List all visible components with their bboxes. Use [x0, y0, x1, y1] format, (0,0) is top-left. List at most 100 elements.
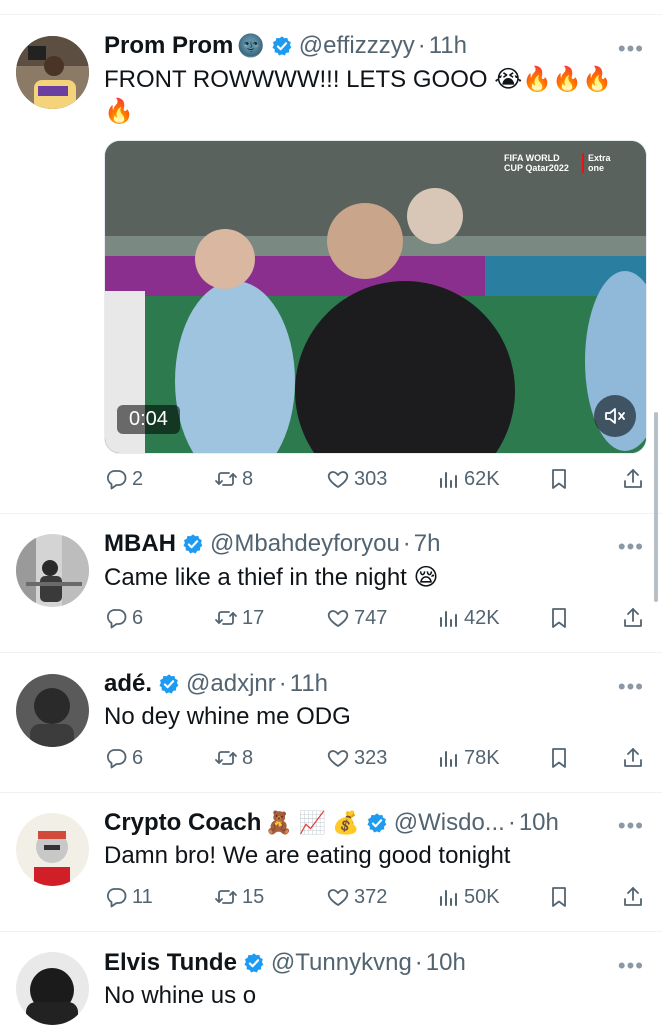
share-icon: [621, 885, 645, 909]
repost-button[interactable]: 17: [214, 606, 264, 630]
avatar[interactable]: [16, 534, 89, 607]
divider: [0, 513, 662, 514]
timestamp[interactable]: 7h: [414, 530, 441, 558]
reply-button[interactable]: 11: [104, 885, 153, 909]
verified-badge-icon: [271, 35, 293, 57]
avatar[interactable]: [16, 813, 89, 886]
video-player[interactable]: FIFA WORLD CUP Qatar2022 Extra one 0:04: [104, 140, 647, 454]
like-button[interactable]: 323: [326, 746, 387, 770]
bookmark-icon: [547, 606, 571, 630]
share-button[interactable]: [621, 467, 649, 491]
bookmark-icon: [547, 467, 571, 491]
reply-count: 2: [132, 467, 144, 490]
view-count: 78K: [464, 746, 500, 769]
like-button[interactable]: 747: [326, 606, 387, 630]
share-icon: [621, 467, 645, 491]
more-options-icon[interactable]: •••: [618, 813, 644, 839]
timestamp[interactable]: 11h: [429, 32, 467, 60]
reply-icon: [104, 606, 128, 630]
bookmark-button[interactable]: [547, 467, 575, 491]
repost-count: 17: [242, 606, 265, 629]
name-emoji: 🌚: [237, 33, 265, 58]
avatar[interactable]: [16, 952, 89, 1025]
like-count: 323: [354, 746, 388, 769]
heart-icon: [326, 606, 350, 630]
handle[interactable]: @effizzzyy: [299, 32, 415, 60]
avatar-image: [16, 534, 89, 607]
more-options-icon[interactable]: •••: [618, 534, 644, 560]
name-emoji: 🧸 📈 💰: [265, 810, 360, 835]
bookmark-icon: [547, 885, 571, 909]
avatar[interactable]: [16, 36, 89, 109]
broadcast-title: FIFA WORLD CUP Qatar2022: [504, 153, 569, 173]
like-count: 372: [354, 885, 388, 908]
divider: [0, 931, 662, 932]
bookmark-button[interactable]: [547, 746, 575, 770]
reply-count: 6: [132, 606, 144, 629]
timestamp[interactable]: 10h: [519, 809, 559, 837]
more-options-icon[interactable]: •••: [618, 674, 644, 700]
views-button[interactable]: 78K: [436, 746, 500, 770]
tweet-text: Damn bro! We are eating good tonight: [104, 842, 511, 869]
views-button[interactable]: 62K: [436, 467, 500, 491]
bookmark-button[interactable]: [547, 606, 575, 630]
display-name[interactable]: adé.: [104, 670, 152, 698]
display-name[interactable]: MBAH: [104, 530, 176, 558]
views-icon: [436, 746, 460, 770]
broadcast-channel: Extra one: [582, 153, 620, 173]
tweet-text: No whine us o: [104, 982, 257, 1009]
action-bar: 2 8 303 62K: [104, 467, 649, 497]
handle[interactable]: @Tunnykvng: [271, 949, 412, 977]
repost-button[interactable]: 8: [214, 467, 253, 491]
handle[interactable]: @Wisdo...: [394, 809, 505, 837]
separator-dot: ·: [278, 670, 287, 697]
views-button[interactable]: 50K: [436, 885, 500, 909]
reply-icon: [104, 746, 128, 770]
like-button[interactable]: 372: [326, 885, 387, 909]
mute-button[interactable]: [594, 395, 636, 437]
heart-icon: [326, 885, 350, 909]
repost-icon: [214, 467, 238, 491]
reply-icon: [104, 467, 128, 491]
handle[interactable]: @Mbahdeyforyou: [210, 530, 400, 558]
like-count: 303: [354, 467, 388, 490]
like-button[interactable]: 303: [326, 467, 387, 491]
separator-dot: ·: [507, 809, 516, 836]
timestamp[interactable]: 10h: [426, 949, 466, 977]
display-name[interactable]: Elvis Tunde: [104, 949, 237, 977]
more-options-icon[interactable]: •••: [618, 36, 644, 62]
bookmark-button[interactable]: [547, 885, 575, 909]
avatar-image: [16, 36, 89, 109]
repost-count: 15: [242, 885, 265, 908]
share-icon: [621, 606, 645, 630]
views-icon: [436, 606, 460, 630]
view-count: 62K: [464, 467, 500, 490]
reply-button[interactable]: 2: [104, 467, 143, 491]
handle[interactable]: @adxjnr: [186, 670, 276, 698]
top-divider: [0, 14, 662, 15]
scrollbar[interactable]: [654, 412, 658, 602]
share-button[interactable]: [621, 606, 649, 630]
repost-icon: [214, 885, 238, 909]
tweet-text: FRONT ROWWWW!!! LETS GOOO 😭🔥🔥🔥🔥: [104, 66, 612, 125]
reply-button[interactable]: 6: [104, 746, 143, 770]
display-name[interactable]: Prom Prom: [104, 32, 233, 60]
verified-badge-icon: [366, 812, 388, 834]
action-bar: 11 15 372 50K: [104, 885, 649, 915]
share-button[interactable]: [621, 885, 649, 909]
reply-count: 11: [132, 885, 153, 908]
timestamp[interactable]: 11h: [290, 670, 328, 698]
view-count: 42K: [464, 606, 500, 629]
divider: [0, 792, 662, 793]
separator-dot: ·: [414, 949, 423, 976]
avatar[interactable]: [16, 674, 89, 747]
views-button[interactable]: 42K: [436, 606, 500, 630]
share-button[interactable]: [621, 746, 649, 770]
reply-button[interactable]: 6: [104, 606, 143, 630]
avatar-image: [16, 813, 89, 886]
action-bar: 6 17 747 42K: [104, 606, 649, 636]
repost-button[interactable]: 8: [214, 746, 253, 770]
display-name[interactable]: Crypto Coach: [104, 809, 261, 837]
more-options-icon[interactable]: •••: [618, 953, 644, 979]
repost-button[interactable]: 15: [214, 885, 264, 909]
